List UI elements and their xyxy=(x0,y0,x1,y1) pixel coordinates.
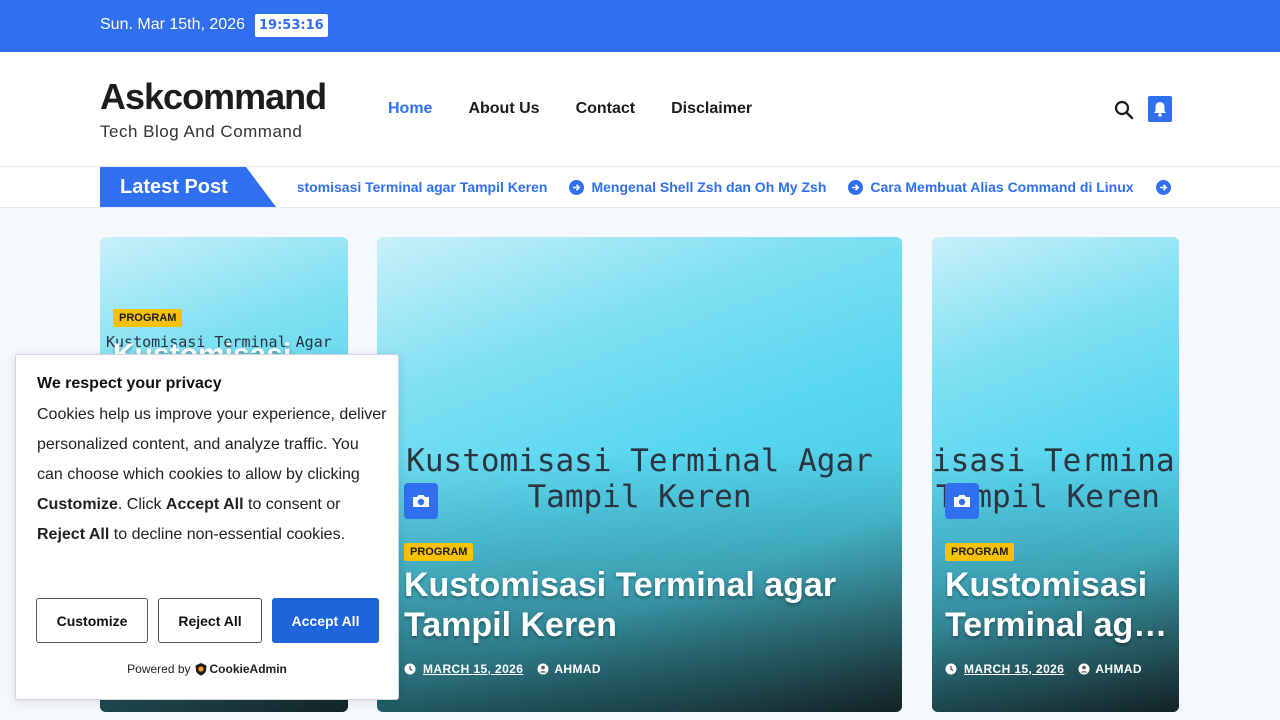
camera-icon xyxy=(945,483,979,519)
ticker-item[interactable]: Cara Membuat Alias Command di Linux xyxy=(848,179,1134,195)
search-icon[interactable] xyxy=(1113,99,1135,121)
cookie-heading: We respect your privacy xyxy=(37,375,222,392)
current-date: Sun. Mar 15th, 2026 xyxy=(100,16,245,33)
nav-contact[interactable]: Contact xyxy=(558,100,654,118)
post-card[interactable]: isasi Termina Tampil Keren PROGRAM Kusto… xyxy=(932,237,1179,712)
ticker-item-label: Kustomisasi Terminal agar Tampil Keren xyxy=(298,179,548,195)
post-image-text: Kustomisasi Terminal Agar Tampil Keren xyxy=(406,443,873,515)
arrow-right-circle-icon xyxy=(569,179,585,195)
cookieadmin-logo-icon xyxy=(195,663,207,676)
post-title[interactable]: Kustomisasi Terminal agar Tampil Keren xyxy=(404,565,836,645)
site-title[interactable]: Askcommand xyxy=(100,76,327,118)
post-meta: MARCH 15, 2026 AHMAD xyxy=(945,662,1142,676)
category-badge[interactable]: PROGRAM xyxy=(113,309,183,327)
post-author[interactable]: AHMAD xyxy=(554,662,601,676)
clock-icon xyxy=(404,663,416,675)
ticker-item-label: Cara Membuat Alias Command di Linux xyxy=(870,179,1134,195)
ticker-item[interactable]: Kustomisasi Terminal agar Tampil Keren xyxy=(298,179,547,195)
post-title[interactable]: Kustomisasi Terminal ag… xyxy=(945,565,1167,645)
accept-all-button[interactable]: Accept All xyxy=(272,598,379,643)
ticker-item-label: Mengenal Shell Zsh dan Oh My Zsh xyxy=(591,179,827,195)
nav-disclaimer[interactable]: Disclaimer xyxy=(653,100,770,118)
site-tagline: Tech Blog And Command xyxy=(100,122,303,141)
customize-button[interactable]: Customize xyxy=(36,598,148,643)
bell-icon[interactable] xyxy=(1148,96,1172,122)
category-badge[interactable]: PROGRAM xyxy=(945,543,1015,561)
user-icon xyxy=(1078,663,1090,675)
clock-icon xyxy=(945,663,957,675)
category-badge[interactable]: PROGRAM xyxy=(404,543,474,561)
cookie-message: Cookies help us improve your experience,… xyxy=(37,406,387,543)
site-header: Askcommand Tech Blog And Command Home Ab… xyxy=(0,52,1280,167)
post-meta: MARCH 15, 2026 AHMAD xyxy=(404,662,601,676)
ticker-track: Kustomisasi Terminal agar Tampil Keren M… xyxy=(298,167,1180,207)
ticker-item[interactable]: Mengenal Shell Zsh dan Oh My Zsh xyxy=(569,179,826,195)
reject-all-button[interactable]: Reject All xyxy=(158,598,262,643)
main-nav: Home About Us Contact Disclaimer xyxy=(370,100,770,118)
latest-post-label: Latest Post xyxy=(100,167,276,207)
post-author[interactable]: AHMAD xyxy=(1095,662,1142,676)
top-bar: Sun. Mar 15th, 2026 19:53:16 xyxy=(0,0,1280,52)
camera-icon xyxy=(404,483,438,519)
powered-by[interactable]: Powered by CookieAdmin xyxy=(16,662,398,676)
arrow-right-circle-icon xyxy=(1155,179,1171,195)
nav-about-us[interactable]: About Us xyxy=(450,100,557,118)
post-date[interactable]: MARCH 15, 2026 xyxy=(964,662,1064,676)
user-icon xyxy=(537,663,549,675)
cookie-consent-dialog: We respect your privacy Cookies help us … xyxy=(15,354,399,700)
post-date[interactable]: MARCH 15, 2026 xyxy=(423,662,523,676)
ticker-item[interactable] xyxy=(1155,179,1178,195)
post-card[interactable]: Kustomisasi Terminal Agar Tampil Keren P… xyxy=(377,237,902,712)
latest-post-ticker: Latest Post Kustomisasi Terminal agar Ta… xyxy=(0,167,1280,208)
current-time: 19:53:16 xyxy=(255,14,328,37)
nav-home[interactable]: Home xyxy=(370,100,450,118)
arrow-right-circle-icon xyxy=(848,179,864,195)
